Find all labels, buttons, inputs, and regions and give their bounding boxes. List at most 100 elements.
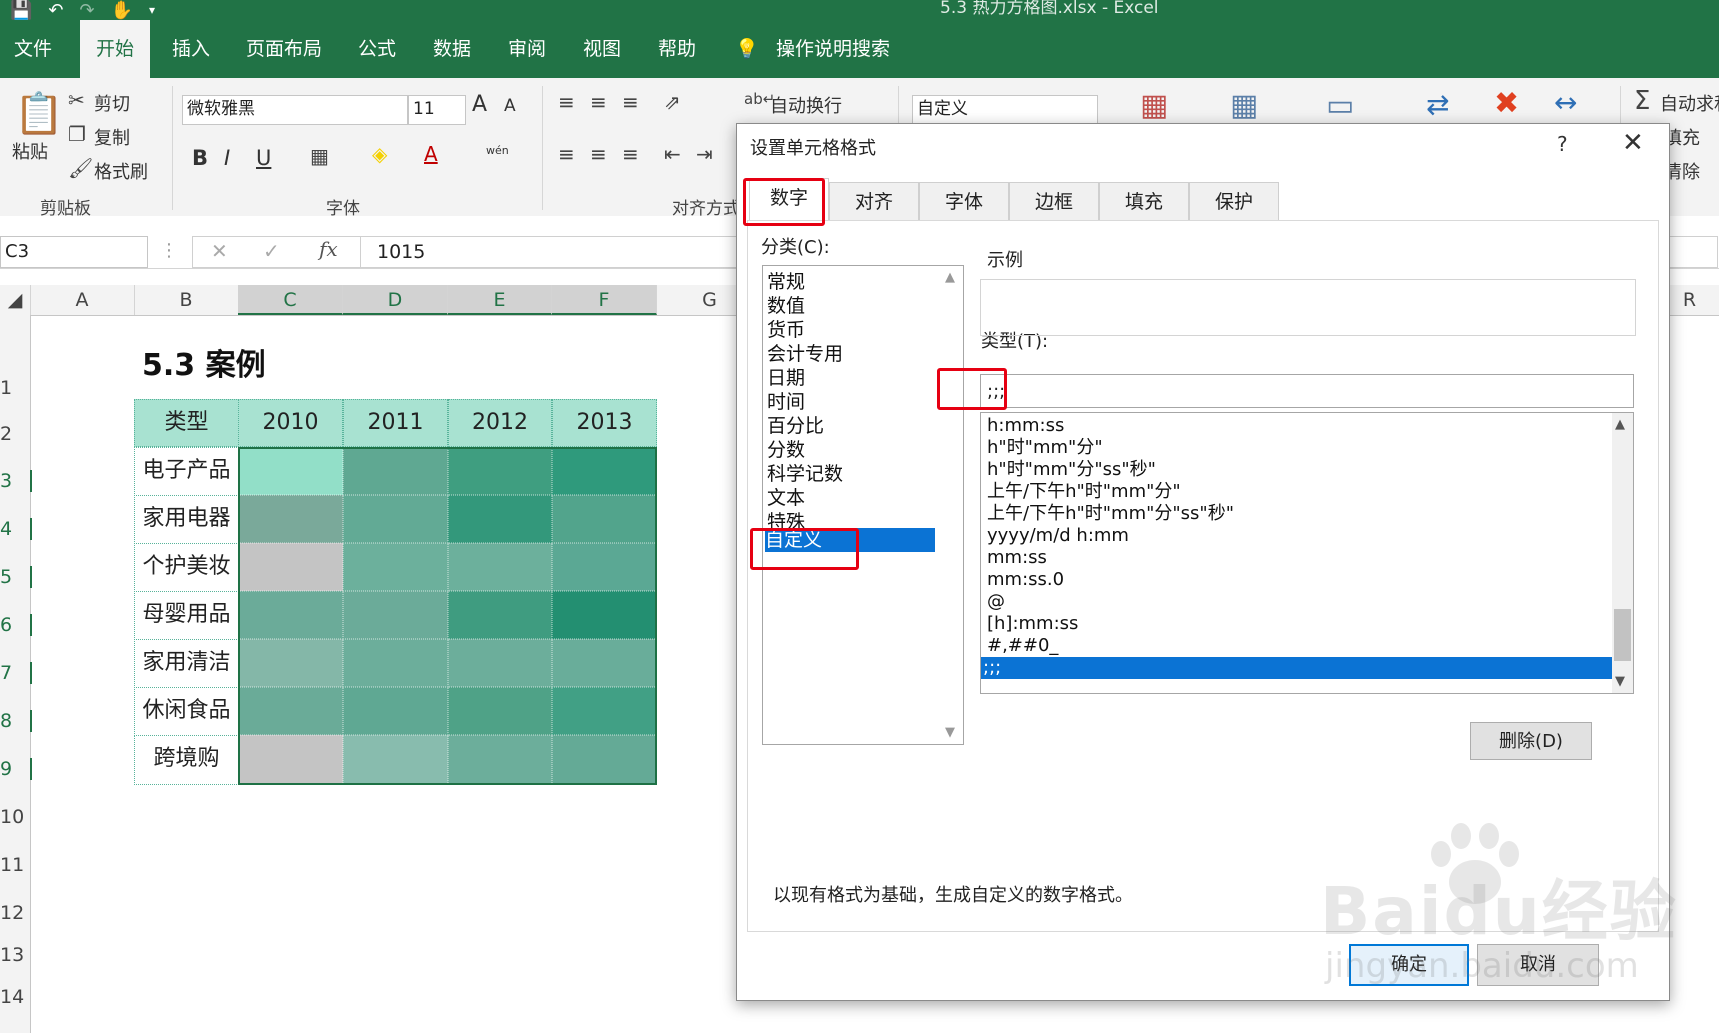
row-label-cell[interactable]: 家用清洁 bbox=[134, 639, 239, 688]
insert-cells-icon[interactable]: ⇄ bbox=[1426, 88, 1449, 121]
borders-icon[interactable]: ▦ bbox=[310, 144, 329, 168]
row-label-cell[interactable]: 休闲食品 bbox=[134, 687, 239, 736]
row-label-cell[interactable]: 个护美妆 bbox=[134, 543, 239, 592]
tab-page-layout[interactable]: 页面布局 bbox=[246, 20, 322, 78]
cell-styles-icon[interactable]: ▭ bbox=[1326, 88, 1354, 123]
row-header[interactable]: 3 bbox=[0, 470, 32, 492]
italic-button[interactable]: I bbox=[224, 146, 230, 170]
cancel-entry-icon[interactable]: ✕ bbox=[211, 239, 228, 263]
list-item[interactable]: 上午/下午h"时"mm"分" bbox=[985, 481, 1613, 503]
list-item[interactable]: 文本 bbox=[767, 486, 805, 510]
format-painter-button[interactable]: 格式刷 bbox=[94, 158, 148, 184]
font-size-select[interactable]: 11 bbox=[408, 95, 466, 125]
type-input[interactable]: ;;; bbox=[980, 374, 1634, 408]
list-item[interactable]: 百分比 bbox=[767, 414, 824, 438]
tab-view[interactable]: 视图 bbox=[583, 20, 621, 78]
list-item[interactable]: h:mm:ss bbox=[985, 415, 1613, 437]
list-item[interactable]: 特殊 bbox=[767, 510, 805, 528]
row-header[interactable]: 14 bbox=[0, 986, 30, 1008]
list-item-selected[interactable]: ;;; bbox=[981, 657, 1613, 679]
list-item[interactable]: mm:ss bbox=[985, 547, 1613, 569]
list-item[interactable]: h"时"mm"分"ss"秒" bbox=[985, 459, 1613, 481]
column-header[interactable]: A bbox=[30, 285, 135, 315]
delete-button[interactable]: 删除(D) bbox=[1470, 722, 1592, 760]
list-item[interactable]: 货币 bbox=[767, 318, 805, 342]
insert-function-button[interactable]: fx bbox=[319, 237, 338, 261]
tab-alignment[interactable]: 对齐 bbox=[829, 182, 919, 220]
scroll-up-icon[interactable]: ▲ bbox=[1615, 417, 1625, 432]
list-item[interactable]: h"时"mm"分" bbox=[985, 437, 1613, 459]
row-label-cell[interactable]: 电子产品 bbox=[134, 447, 239, 496]
format-cells-icon[interactable]: ↔ bbox=[1554, 86, 1577, 119]
list-item[interactable]: 日期 bbox=[767, 366, 805, 390]
redo-icon[interactable]: ↷ bbox=[80, 0, 95, 21]
tab-font[interactable]: 字体 bbox=[919, 182, 1009, 220]
save-icon[interactable]: 💾 bbox=[10, 0, 32, 21]
category-scrollbar[interactable]: ▲ ▼ bbox=[942, 266, 963, 744]
tab-file[interactable]: 文件 bbox=[14, 20, 52, 78]
increase-indent-icon[interactable]: ⇥ bbox=[696, 142, 713, 166]
scroll-thumb[interactable] bbox=[1614, 609, 1631, 661]
column-header[interactable]: B bbox=[134, 285, 239, 315]
row-label-cell[interactable]: 跨境购 bbox=[134, 735, 239, 785]
list-item[interactable]: 常规 bbox=[767, 270, 805, 294]
list-item[interactable]: yyyy/m/d h:mm bbox=[985, 525, 1613, 547]
tab-insert[interactable]: 插入 bbox=[172, 20, 210, 78]
list-item[interactable]: 时间 bbox=[767, 390, 805, 414]
conditional-formatting-icon[interactable]: ▦ bbox=[1140, 88, 1168, 123]
font-grow-button[interactable]: A bbox=[472, 92, 487, 117]
help-button[interactable]: ? bbox=[1557, 132, 1568, 156]
font-shrink-button[interactable]: A bbox=[504, 96, 516, 116]
list-item[interactable]: 科学记数 bbox=[767, 462, 843, 486]
font-color-icon[interactable]: A bbox=[424, 142, 438, 166]
bold-button[interactable]: B bbox=[192, 146, 208, 170]
table-header-cell[interactable]: 类型 bbox=[134, 399, 239, 447]
customize-qat-icon[interactable]: ▾ bbox=[149, 3, 155, 17]
list-item[interactable]: 上午/下午h"时"mm"分"ss"秒" bbox=[985, 503, 1613, 525]
list-item[interactable]: #,##0_ bbox=[985, 635, 1613, 657]
phonetic-button[interactable]: wén bbox=[486, 144, 509, 157]
cut-button[interactable]: 剪切 bbox=[94, 90, 130, 116]
table-header-cell[interactable]: 2012 bbox=[448, 399, 552, 447]
decrease-indent-icon[interactable]: ⇤ bbox=[664, 142, 681, 166]
table-header-cell[interactable]: 2013 bbox=[552, 399, 657, 447]
format-painter-icon[interactable]: 🖌 bbox=[68, 156, 93, 180]
format-code-list[interactable]: h:mm:ss h"时"mm"分" h"时"mm"分"ss"秒" 上午/下午h"… bbox=[980, 412, 1634, 694]
delete-cells-icon[interactable]: ✖ bbox=[1494, 86, 1519, 121]
align-bottom-icon[interactable]: ≡ bbox=[622, 90, 639, 114]
list-item[interactable]: 分数 bbox=[767, 438, 805, 462]
row-header[interactable]: 12 bbox=[0, 902, 30, 924]
row-header[interactable]: 6 bbox=[0, 614, 32, 636]
align-top-icon[interactable]: ≡ bbox=[558, 90, 575, 114]
copy-button[interactable]: 复制 bbox=[94, 124, 130, 150]
row-header[interactable]: 9 bbox=[0, 758, 32, 780]
tab-fill[interactable]: 填充 bbox=[1099, 182, 1189, 220]
row-header[interactable]: 11 bbox=[0, 854, 30, 876]
number-format-select[interactable]: 自定义 bbox=[912, 95, 1098, 125]
paste-button[interactable]: 粘贴 bbox=[12, 138, 48, 164]
list-item[interactable]: 会计专用 bbox=[767, 342, 843, 366]
column-header[interactable]: E bbox=[448, 285, 552, 315]
scroll-down-icon[interactable]: ▼ bbox=[945, 725, 955, 740]
tab-review[interactable]: 审阅 bbox=[508, 20, 546, 78]
list-item[interactable]: [h]:mm:ss bbox=[985, 613, 1613, 635]
align-right-icon[interactable]: ≡ bbox=[622, 142, 639, 166]
column-header[interactable]: C bbox=[238, 285, 343, 315]
category-list[interactable]: 常规 数值 货币 会计专用 日期 时间 百分比 分数 科学记数 文本 特殊 自定… bbox=[762, 265, 964, 745]
table-header-cell[interactable]: 2010 bbox=[238, 399, 343, 447]
row-header[interactable]: 8 bbox=[0, 710, 32, 732]
align-middle-icon[interactable]: ≡ bbox=[590, 90, 607, 114]
row-header[interactable]: 4 bbox=[0, 518, 32, 540]
row-label-cell[interactable]: 家用电器 bbox=[134, 495, 239, 544]
tell-me-search[interactable]: 操作说明搜索 bbox=[776, 20, 890, 78]
column-header[interactable]: D bbox=[343, 285, 448, 315]
autosum-icon[interactable]: Σ bbox=[1634, 86, 1650, 116]
row-header[interactable]: 13 bbox=[0, 944, 30, 966]
row-label-cell[interactable]: 母婴用品 bbox=[134, 591, 239, 640]
align-center-icon[interactable]: ≡ bbox=[590, 142, 607, 166]
scroll-down-icon[interactable]: ▼ bbox=[1615, 674, 1625, 689]
scissors-icon[interactable]: ✂ bbox=[68, 88, 85, 112]
wrap-text-button[interactable]: 自动换行 bbox=[770, 92, 842, 118]
tab-help[interactable]: 帮助 bbox=[658, 20, 696, 78]
copy-icon[interactable]: ❐ bbox=[68, 122, 86, 146]
